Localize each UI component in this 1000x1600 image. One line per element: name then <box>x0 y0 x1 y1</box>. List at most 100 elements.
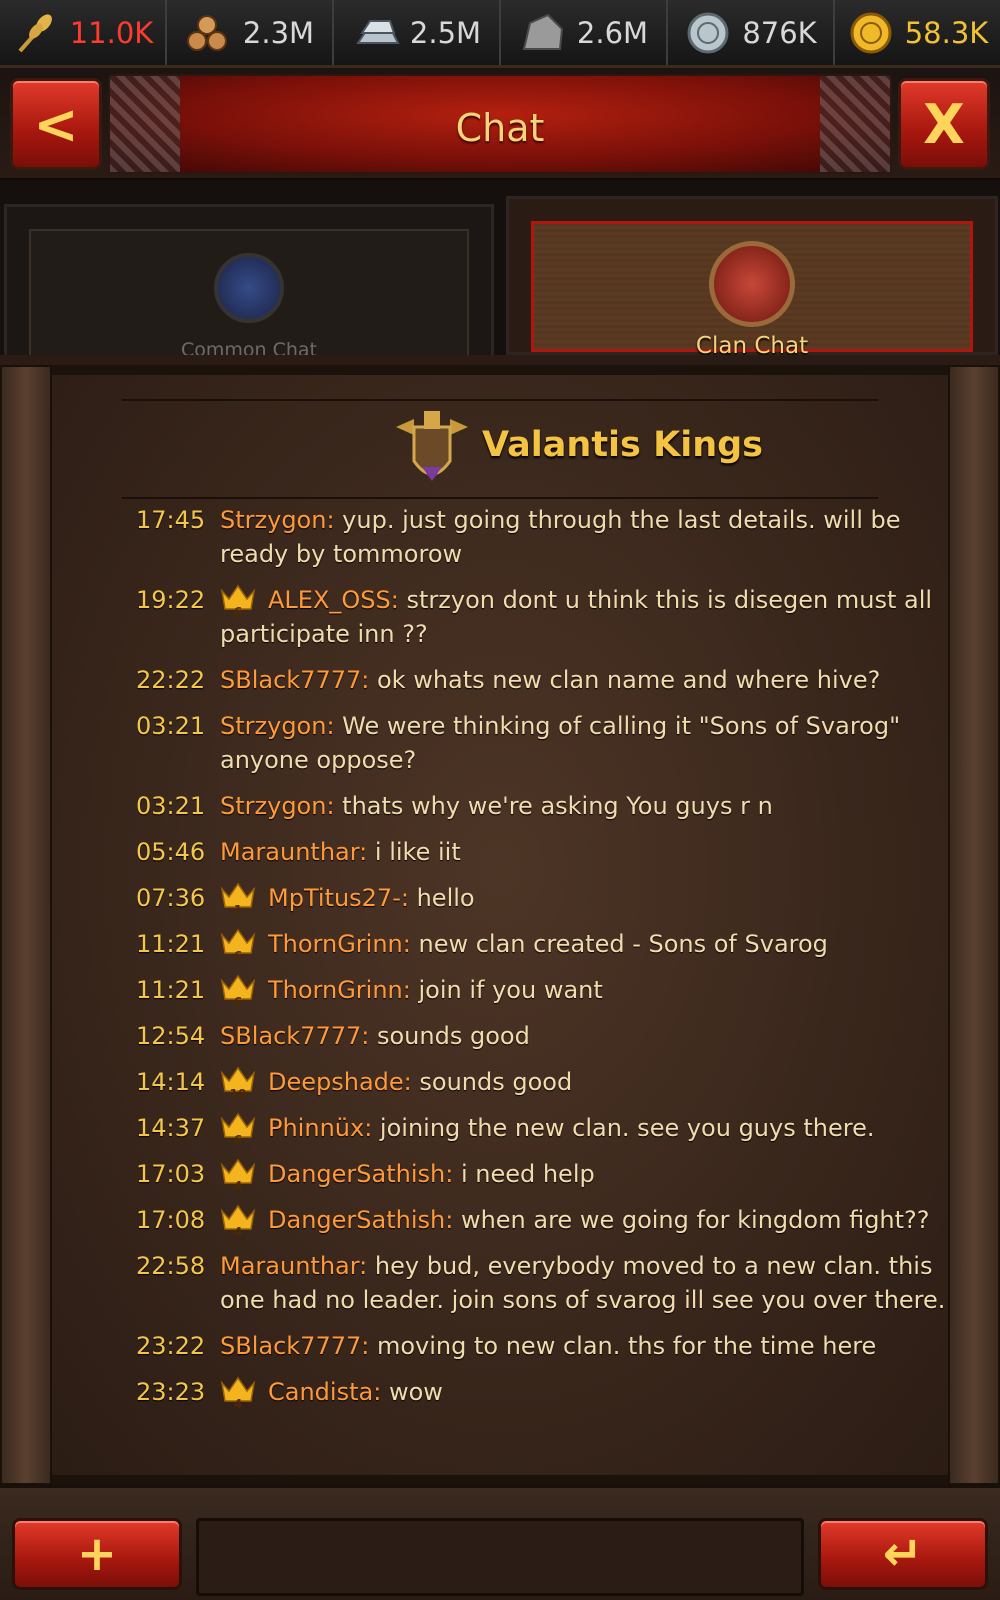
resource-value: 2.3M <box>242 15 315 50</box>
clan-crest-icon <box>396 411 468 481</box>
message-text: moving to new clan. ths for the time her… <box>376 1332 877 1360</box>
chat-message: 19:22 6 ALEX_OSS: strzyon dont u think thi… <box>136 583 956 651</box>
plus-icon: + <box>76 1526 118 1582</box>
resource-value: 58.3K <box>904 15 989 50</box>
chat-message: 23:23 4 Candista: wow <box>136 1375 956 1411</box>
gold-coin-icon <box>847 9 895 57</box>
resource-value: 2.5M <box>409 15 482 50</box>
message-time: 23:23 <box>136 1378 206 1406</box>
composer-bar: + ↵ <box>0 1485 1000 1600</box>
sender-name[interactable]: DangerSathish: <box>268 1206 453 1234</box>
message-body: Strzygon: thats why we're asking You guy… <box>220 789 956 823</box>
crown-icon: 6 <box>220 927 256 963</box>
sender-name[interactable]: ALEX_OSS: <box>268 586 399 614</box>
chat-background: Valantis Kings 17:45 Strzygon: yup. just … <box>52 375 948 1475</box>
message-body: 10 Deepshade: sounds good <box>220 1065 956 1101</box>
crown-level: 6 <box>233 995 243 1009</box>
resource-wood[interactable]: 2.3M <box>167 0 334 65</box>
resource-value: 876K <box>742 15 817 50</box>
sender-name[interactable]: Strzygon: <box>220 506 335 534</box>
clan-name: Valantis Kings <box>482 425 763 465</box>
crown-level: 4 <box>233 1179 243 1193</box>
crown-level: 1 <box>233 903 243 917</box>
sender-name[interactable]: ThornGrinn: <box>268 976 411 1004</box>
message-body: SBlack7777: moving to new clan. ths for … <box>220 1329 956 1363</box>
chat-message: 22:22 SBlack7777: ok whats new clan name … <box>136 663 956 697</box>
resource-bar: 11.0K 2.3M 2.5M 2.6M 876K 58.3K <box>0 0 1000 68</box>
sender-name[interactable]: SBlack7777: <box>220 1022 369 1050</box>
crown-icon: 4 <box>220 1157 256 1193</box>
message-list[interactable]: 17:45 Strzygon: yup. just going through t… <box>136 503 956 1421</box>
message-body: Maraunthar: hey bud, everybody moved to … <box>220 1249 956 1317</box>
sender-name[interactable]: SBlack7777: <box>220 666 369 694</box>
message-body: SBlack7777: sounds good <box>220 1019 956 1053</box>
sender-name[interactable]: DangerSathish: <box>268 1160 453 1188</box>
message-text: wow <box>388 1378 443 1406</box>
resource-gold[interactable]: 58.3K <box>835 0 1000 65</box>
chat-message: 03:21 Strzygon: thats why we're asking Yo… <box>136 789 956 823</box>
sender-name[interactable]: Maraunthar: <box>220 1252 367 1280</box>
send-button[interactable]: ↵ <box>818 1518 988 1590</box>
chat-message: 05:46 Maraunthar: i like iit <box>136 835 956 869</box>
message-text: i like iit <box>374 838 461 866</box>
message-time: 11:21 <box>136 976 206 1004</box>
sender-name[interactable]: ThornGrinn: <box>268 930 411 958</box>
sender-name[interactable]: Strzygon: <box>220 792 335 820</box>
message-time: 14:37 <box>136 1114 206 1142</box>
message-text: new clan created - Sons of Svarog <box>418 930 828 958</box>
message-time: 03:21 <box>136 792 206 820</box>
tab-clan-chat[interactable]: Clan Chat <box>506 196 998 359</box>
sender-name[interactable]: Deepshade: <box>268 1068 412 1096</box>
chat-message: 07:36 1 MpTitus27-: hello <box>136 881 956 917</box>
stone-icon <box>519 9 567 57</box>
message-time: 22:58 <box>136 1252 206 1280</box>
chat-message: 12:54 SBlack7777: sounds good <box>136 1019 956 1053</box>
message-text: thats why we're asking You guys r n <box>342 792 773 820</box>
sender-name[interactable]: Maraunthar: <box>220 838 367 866</box>
crown-icon: 6 <box>220 583 256 619</box>
sender-name[interactable]: Phinnüx: <box>268 1114 372 1142</box>
message-time: 14:14 <box>136 1068 206 1096</box>
crown-level: 6 <box>233 605 243 619</box>
close-button[interactable]: X <box>898 78 990 170</box>
message-time: 11:21 <box>136 930 206 958</box>
chat-panel: Valantis Kings 17:45 Strzygon: yup. just … <box>0 355 1000 1485</box>
crown-icon: 4 <box>220 1203 256 1239</box>
close-icon: X <box>923 92 965 156</box>
resource-stone[interactable]: 2.6M <box>501 0 668 65</box>
tab-common-chat[interactable]: Common Chat <box>4 204 494 363</box>
crown-level: 6 <box>233 949 243 963</box>
crown-icon: 1 <box>220 881 256 917</box>
sender-name[interactable]: MpTitus27-: <box>268 884 409 912</box>
crown-icon: 4 <box>220 1375 256 1411</box>
chat-message: 03:21 Strzygon: We were thinking of calli… <box>136 709 956 777</box>
clan-header: Valantis Kings <box>122 399 878 499</box>
chat-message: 14:37 6 Phinnüx: joining the new clan. see… <box>136 1111 956 1147</box>
wolf-icon <box>214 253 284 323</box>
header: Chat < X <box>0 68 1000 180</box>
message-body: Maraunthar: i like iit <box>220 835 956 869</box>
title-banner: Chat <box>108 74 892 174</box>
chat-message: 17:45 Strzygon: yup. just going through t… <box>136 503 956 571</box>
message-time: 22:22 <box>136 666 206 694</box>
message-text: when are we going for kingdom fight?? <box>460 1206 930 1234</box>
wolf-banner-icon <box>709 241 795 327</box>
resource-silver[interactable]: 876K <box>668 0 835 65</box>
chat-message: 11:21 6 ThornGrinn: new clan created - Son… <box>136 927 956 963</box>
message-input[interactable] <box>196 1518 804 1596</box>
message-time: 17:03 <box>136 1160 206 1188</box>
resource-iron[interactable]: 2.5M <box>334 0 501 65</box>
message-text: sounds good <box>419 1068 573 1096</box>
message-text: joining the new clan. see you guys there… <box>379 1114 875 1142</box>
message-body: 4 Candista: wow <box>220 1375 956 1411</box>
back-button[interactable]: < <box>10 78 102 170</box>
message-time: 17:08 <box>136 1206 206 1234</box>
chat-message: 23:22 SBlack7777: moving to new clan. ths… <box>136 1329 956 1363</box>
sender-name[interactable]: Strzygon: <box>220 712 335 740</box>
resource-food[interactable]: 11.0K <box>0 0 167 65</box>
sender-name[interactable]: SBlack7777: <box>220 1332 369 1360</box>
add-button[interactable]: + <box>12 1518 182 1590</box>
sender-name[interactable]: Candista: <box>268 1378 381 1406</box>
message-time: 12:54 <box>136 1022 206 1050</box>
chat-message: 17:08 4 DangerSathish: when are we going f… <box>136 1203 956 1239</box>
